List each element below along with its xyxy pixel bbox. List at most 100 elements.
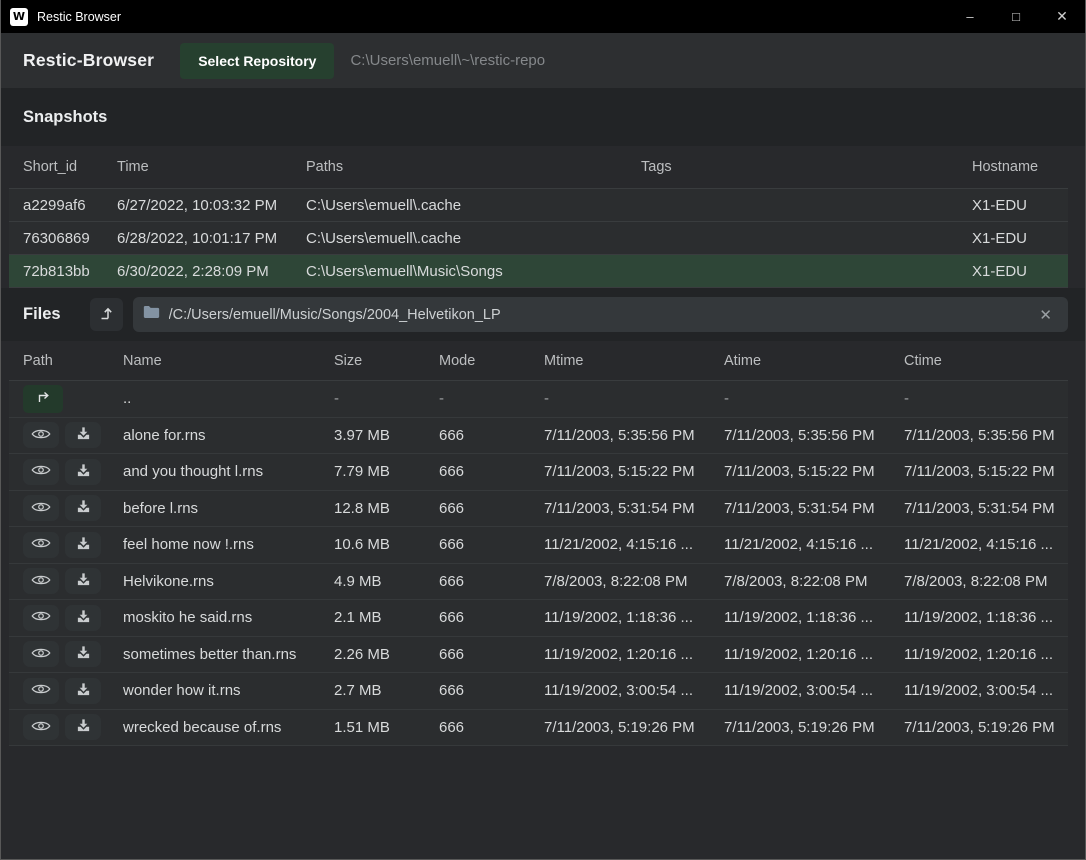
download-file-button[interactable] [65,714,101,740]
download-icon [76,718,91,736]
snapshot-row-selected[interactable]: 72b813bb 6/30/2022, 2:28:09 PM C:\Users\… [9,255,1068,288]
snapshot-time: 6/28/2022, 10:01:17 PM [117,230,306,247]
column-header-time: Time [117,159,306,175]
eye-icon [31,573,51,590]
preview-file-button[interactable] [23,568,59,594]
snapshot-short-id: a2299af6 [23,197,117,214]
up-from-bar-icon [98,305,114,324]
file-mode: 666 [439,500,544,517]
file-mode: 666 [439,609,544,626]
snapshot-hostname: X1-EDU [972,263,1068,280]
download-file-button[interactable] [65,605,101,631]
download-file-button[interactable] [65,459,101,485]
file-name: feel home now !.rns [123,536,334,553]
file-name: and you thought l.rns [123,463,334,480]
file-mode: 666 [439,573,544,590]
file-atime: 7/8/2003, 8:22:08 PM [724,573,904,590]
file-ctime: 11/21/2002, 4:15:16 ... [904,536,1068,553]
file-mode: - [439,390,544,407]
column-header-name: Name [123,353,334,369]
file-atime: 11/19/2002, 1:18:36 ... [724,609,904,626]
file-row: Helvikone.rns4.9 MB6667/8/2003, 8:22:08 … [9,564,1068,601]
close-button[interactable]: ✕ [1039,0,1085,33]
download-file-button[interactable] [65,532,101,558]
file-ctime: 11/19/2002, 1:18:36 ... [904,609,1068,626]
preview-file-button[interactable] [23,641,59,667]
file-name: wonder how it.rns [123,682,334,699]
download-icon [76,645,91,663]
file-name: sometimes better than.rns [123,646,334,663]
download-file-button[interactable] [65,568,101,594]
download-file-button[interactable] [65,641,101,667]
path-input[interactable] [169,307,1034,323]
preview-file-button[interactable] [23,495,59,521]
column-header-short-id: Short_id [23,159,117,175]
download-icon [76,572,91,590]
file-name: alone for.rns [123,427,334,444]
goto-root-button[interactable] [90,298,123,331]
file-size: 4.9 MB [334,573,439,590]
snapshot-hostname: X1-EDU [972,197,1068,214]
window-title: Restic Browser [37,10,947,24]
file-ctime: 7/11/2003, 5:19:26 PM [904,719,1068,736]
file-size: 7.79 MB [334,463,439,480]
app-window: W Restic Browser – □ ✕ Restic-Browser Se… [0,0,1086,860]
snapshot-short-id: 72b813bb [23,263,117,280]
snapshot-row[interactable]: a2299af6 6/27/2022, 10:03:32 PM C:\Users… [9,189,1068,222]
eye-icon [31,646,51,663]
preview-file-button[interactable] [23,714,59,740]
column-header-size: Size [334,353,439,369]
preview-file-button[interactable] [23,678,59,704]
file-size: 3.97 MB [334,427,439,444]
column-header-tags: Tags [641,159,972,175]
snapshot-row[interactable]: 76306869 6/28/2022, 10:01:17 PM C:\Users… [9,222,1068,255]
file-mtime: 7/8/2003, 8:22:08 PM [544,573,724,590]
file-ctime: 7/11/2003, 5:35:56 PM [904,427,1068,444]
preview-file-button[interactable] [23,605,59,631]
file-mtime: 7/11/2003, 5:19:26 PM [544,719,724,736]
download-file-button[interactable] [65,495,101,521]
file-size: 1.51 MB [334,719,439,736]
download-icon [76,463,91,481]
file-name: Helvikone.rns [123,573,334,590]
minimize-button[interactable]: – [947,0,993,33]
files-heading: Files [23,305,61,324]
file-mtime: 11/19/2002, 1:18:36 ... [544,609,724,626]
eye-icon [31,463,51,480]
eye-icon [31,719,51,736]
eye-icon [31,609,51,626]
file-row: wonder how it.rns2.7 MB66611/19/2002, 3:… [9,673,1068,710]
file-atime: 11/19/2002, 1:20:16 ... [724,646,904,663]
file-mode: 666 [439,536,544,553]
file-atime: 7/11/2003, 5:19:26 PM [724,719,904,736]
maximize-button[interactable]: □ [993,0,1039,33]
file-size: 10.6 MB [334,536,439,553]
file-atime: 7/11/2003, 5:35:56 PM [724,427,904,444]
eye-icon [31,427,51,444]
preview-file-button[interactable] [23,459,59,485]
folder-icon [143,305,160,324]
snapshots-table: Short_id Time Paths Tags Hostname a2299a… [9,146,1068,288]
navigate-up-button[interactable] [23,385,63,413]
app-header: Restic-Browser Select Repository C:\User… [1,33,1085,88]
file-name[interactable]: .. [123,390,334,407]
file-mode: 666 [439,682,544,699]
up-right-arrow-icon [35,389,51,408]
clear-path-icon[interactable]: ✕ [1033,306,1058,324]
select-repository-button[interactable]: Select Repository [180,43,334,79]
preview-file-button[interactable] [23,422,59,448]
column-header-mtime: Mtime [544,353,724,369]
file-ctime: 7/8/2003, 8:22:08 PM [904,573,1068,590]
file-row: and you thought l.rns7.79 MB6667/11/2003… [9,454,1068,491]
file-size: 12.8 MB [334,500,439,517]
download-icon [76,499,91,517]
eye-icon [31,682,51,699]
repository-path[interactable]: C:\Users\emuell\~\restic-repo [350,52,545,69]
download-file-button[interactable] [65,422,101,448]
preview-file-button[interactable] [23,532,59,558]
file-row: moskito he said.rns2.1 MB66611/19/2002, … [9,600,1068,637]
download-icon [76,682,91,700]
file-name: before l.rns [123,500,334,517]
column-header-paths: Paths [306,159,641,175]
download-file-button[interactable] [65,678,101,704]
